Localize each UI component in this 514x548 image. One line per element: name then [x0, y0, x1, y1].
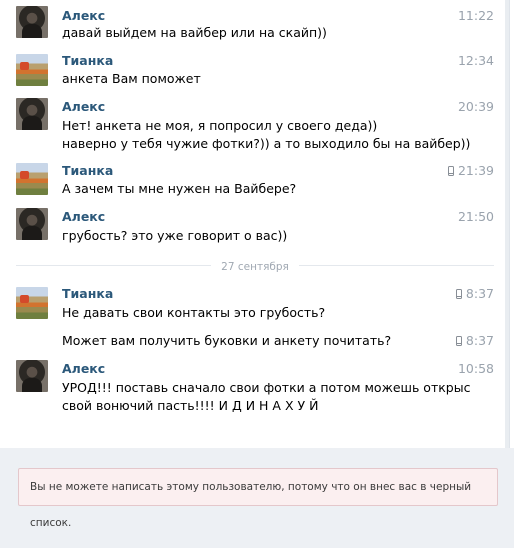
author-name[interactable]: Тианка: [62, 286, 113, 301]
message-text: А зачем ты мне нужен на Вайбере?: [62, 181, 297, 196]
author-name[interactable]: Алекс: [62, 8, 105, 23]
message-time[interactable]: 21:39: [447, 163, 494, 178]
avatar[interactable]: [16, 6, 48, 38]
avatar[interactable]: [16, 360, 48, 392]
chat-history: Алекс 11:22 давай выйдем на вайбер или н…: [0, 0, 510, 448]
message-time[interactable]: 12:34: [458, 53, 494, 68]
avatar[interactable]: [16, 208, 48, 240]
message-time[interactable]: 10:58: [458, 361, 494, 376]
author-name[interactable]: Тианка: [62, 53, 113, 68]
avatar[interactable]: [16, 54, 48, 86]
message-time[interactable]: 8:37: [455, 286, 494, 301]
mobile-phone-icon: [447, 166, 454, 176]
author-name[interactable]: Алекс: [62, 99, 105, 114]
message-text: давай выйдем на вайбер или на скайп)): [62, 25, 327, 40]
blacklist-notice: Вы не можете написать этому пользователю…: [18, 468, 498, 529]
message-text: УРОД!!! поставь сначало свои фотки а пот…: [62, 380, 471, 413]
mobile-phone-icon: [455, 289, 462, 299]
message-text: Не давать свои контакты это грубость?: [62, 305, 326, 320]
avatar[interactable]: [16, 287, 48, 319]
date-divider: 27 сентября: [16, 261, 494, 273]
date-divider-label: 27 сентября: [211, 261, 299, 273]
author-name[interactable]: Тианка: [62, 163, 113, 178]
author-name[interactable]: Алекс: [62, 361, 105, 376]
message-time[interactable]: 11:22: [458, 8, 494, 23]
message-time[interactable]: 20:39: [458, 99, 494, 114]
avatar[interactable]: [16, 98, 48, 130]
message-text: грубость? это уже говорит о вас)): [62, 228, 288, 243]
message-text: Может вам получить буковки и анкету почи…: [62, 333, 392, 348]
scrollbar[interactable]: [505, 0, 509, 448]
compose-area: Вы не можете написать этому пользователю…: [0, 448, 514, 548]
avatar[interactable]: [16, 163, 48, 195]
message-text: Нет! анкета не моя, я попросил у своего …: [62, 118, 471, 151]
message-text: анкета Вам поможет: [62, 71, 201, 86]
author-name[interactable]: Алекс: [62, 209, 105, 224]
message-time[interactable]: 21:50: [458, 209, 494, 224]
